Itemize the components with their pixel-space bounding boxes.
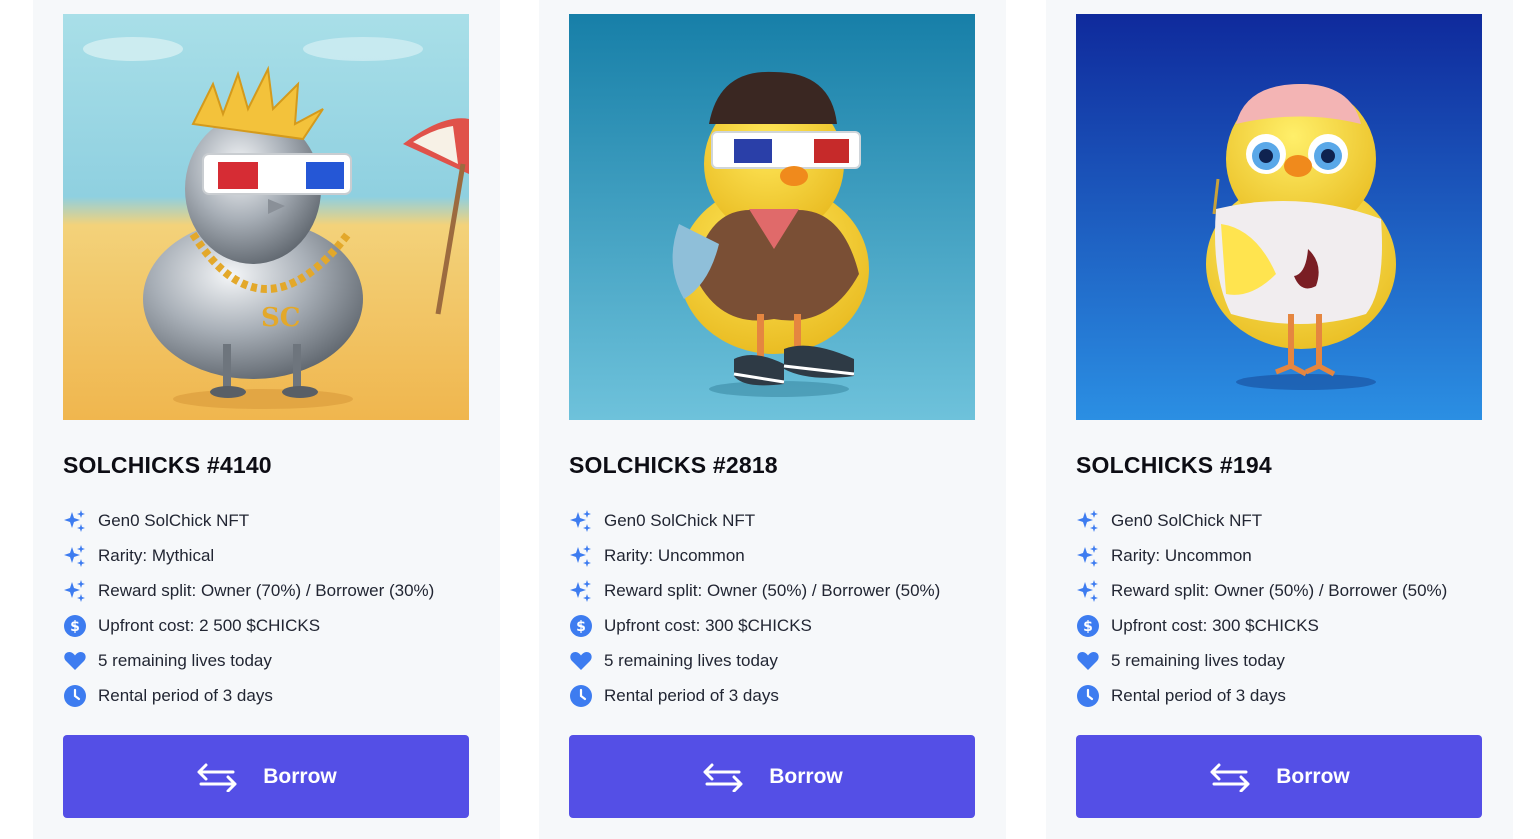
yellow-chick-jersey-illustration bbox=[1076, 14, 1482, 420]
borrow-button[interactable]: Borrow bbox=[569, 735, 975, 818]
feature-text: Rarity: Mythical bbox=[98, 545, 215, 565]
dollar-icon: $ bbox=[63, 614, 87, 638]
feature-item: 5 remaining lives today bbox=[569, 643, 940, 678]
nft-title: SOLCHICKS #194 bbox=[1076, 452, 1272, 478]
swap-arrows-icon bbox=[195, 762, 239, 792]
feature-item: Rental period of 3 days bbox=[1076, 678, 1447, 713]
feature-item: Rarity: Uncommon bbox=[569, 538, 940, 573]
feature-item: Rental period of 3 days bbox=[569, 678, 940, 713]
borrow-label: Borrow bbox=[263, 764, 337, 788]
sparkle-icon bbox=[1076, 579, 1100, 603]
yellow-chick-jersey-image[interactable] bbox=[1076, 14, 1482, 420]
heart-icon bbox=[1076, 649, 1100, 673]
heart-icon bbox=[63, 649, 87, 673]
sparkle-icon bbox=[569, 509, 593, 533]
silver-chick-beach-image[interactable]: SC bbox=[63, 14, 469, 420]
heart-icon bbox=[569, 649, 593, 673]
swap-arrows-icon bbox=[1208, 762, 1252, 792]
feature-item: Rental period of 3 days bbox=[63, 678, 434, 713]
svg-text:SC: SC bbox=[261, 303, 300, 333]
feature-text: Reward split: Owner (50%) / Borrower (50… bbox=[1111, 580, 1448, 600]
feature-list: Gen0 SolChick NFT Rarity: Mythical Rewar… bbox=[63, 503, 434, 713]
borrow-label: Borrow bbox=[769, 764, 843, 788]
yellow-chick-vest-illustration bbox=[569, 14, 975, 420]
nft-card: SOLCHICKS #2818 Gen0 SolChick NFT Rarity… bbox=[539, 0, 1006, 839]
feature-text: 5 remaining lives today bbox=[604, 650, 778, 670]
feature-text: Rarity: Uncommon bbox=[604, 545, 745, 565]
sparkle-icon bbox=[63, 544, 87, 568]
feature-item: Reward split: Owner (50%) / Borrower (50… bbox=[1076, 573, 1447, 608]
feature-text: Rental period of 3 days bbox=[604, 685, 779, 705]
feature-item: Reward split: Owner (50%) / Borrower (50… bbox=[569, 573, 940, 608]
nft-card-grid: SC SOLCHICKS #4140 Gen0 SolChick NFT Rar… bbox=[0, 0, 1540, 839]
sparkle-icon bbox=[1076, 509, 1100, 533]
swap-arrows-icon bbox=[701, 762, 745, 792]
dollar-icon: $ bbox=[569, 614, 593, 638]
feature-text: Upfront cost: 2 500 $CHICKS bbox=[98, 615, 321, 635]
feature-text: Rental period of 3 days bbox=[98, 685, 273, 705]
borrow-button[interactable]: Borrow bbox=[63, 735, 469, 818]
feature-text: Rarity: Uncommon bbox=[1111, 545, 1252, 565]
feature-list: Gen0 SolChick NFT Rarity: Uncommon Rewar… bbox=[569, 503, 940, 713]
nft-title: SOLCHICKS #4140 bbox=[63, 452, 272, 478]
feature-text: Gen0 SolChick NFT bbox=[1111, 510, 1263, 530]
feature-text: Upfront cost: 300 $CHICKS bbox=[1111, 615, 1319, 635]
feature-text: Gen0 SolChick NFT bbox=[98, 510, 250, 530]
borrow-label: Borrow bbox=[1276, 764, 1350, 788]
svg-text:$: $ bbox=[70, 619, 80, 635]
svg-text:$: $ bbox=[1083, 619, 1093, 635]
feature-item: Gen0 SolChick NFT bbox=[63, 503, 434, 538]
feature-item: Gen0 SolChick NFT bbox=[1076, 503, 1447, 538]
feature-text: Reward split: Owner (70%) / Borrower (30… bbox=[98, 580, 435, 600]
feature-item: 5 remaining lives today bbox=[63, 643, 434, 678]
feature-text: 5 remaining lives today bbox=[98, 650, 272, 670]
sparkle-icon bbox=[63, 509, 87, 533]
svg-text:$: $ bbox=[576, 619, 586, 635]
nft-card: SOLCHICKS #194 Gen0 SolChick NFT Rarity:… bbox=[1046, 0, 1513, 839]
sparkle-icon bbox=[63, 579, 87, 603]
borrow-button[interactable]: Borrow bbox=[1076, 735, 1482, 818]
sparkle-icon bbox=[1076, 544, 1100, 568]
sparkle-icon bbox=[569, 544, 593, 568]
feature-item: $ Upfront cost: 300 $CHICKS bbox=[1076, 608, 1447, 643]
feature-item: 5 remaining lives today bbox=[1076, 643, 1447, 678]
dollar-icon: $ bbox=[1076, 614, 1100, 638]
feature-item: Rarity: Mythical bbox=[63, 538, 434, 573]
feature-item: Reward split: Owner (70%) / Borrower (30… bbox=[63, 573, 434, 608]
feature-item: Rarity: Uncommon bbox=[1076, 538, 1447, 573]
sparkle-icon bbox=[569, 579, 593, 603]
feature-text: Upfront cost: 300 $CHICKS bbox=[604, 615, 812, 635]
yellow-chick-vest-image[interactable] bbox=[569, 14, 975, 420]
feature-item: $ Upfront cost: 300 $CHICKS bbox=[569, 608, 940, 643]
clock-icon bbox=[63, 684, 87, 708]
clock-icon bbox=[569, 684, 593, 708]
silver-chick-illustration: SC bbox=[63, 14, 469, 420]
feature-text: Rental period of 3 days bbox=[1111, 685, 1286, 705]
nft-title: SOLCHICKS #2818 bbox=[569, 452, 778, 478]
feature-text: Gen0 SolChick NFT bbox=[604, 510, 756, 530]
clock-icon bbox=[1076, 684, 1100, 708]
nft-card: SC SOLCHICKS #4140 Gen0 SolChick NFT Rar… bbox=[33, 0, 500, 839]
feature-item: $ Upfront cost: 2 500 $CHICKS bbox=[63, 608, 434, 643]
feature-list: Gen0 SolChick NFT Rarity: Uncommon Rewar… bbox=[1076, 503, 1447, 713]
feature-text: Reward split: Owner (50%) / Borrower (50… bbox=[604, 580, 941, 600]
feature-text: 5 remaining lives today bbox=[1111, 650, 1285, 670]
feature-item: Gen0 SolChick NFT bbox=[569, 503, 940, 538]
